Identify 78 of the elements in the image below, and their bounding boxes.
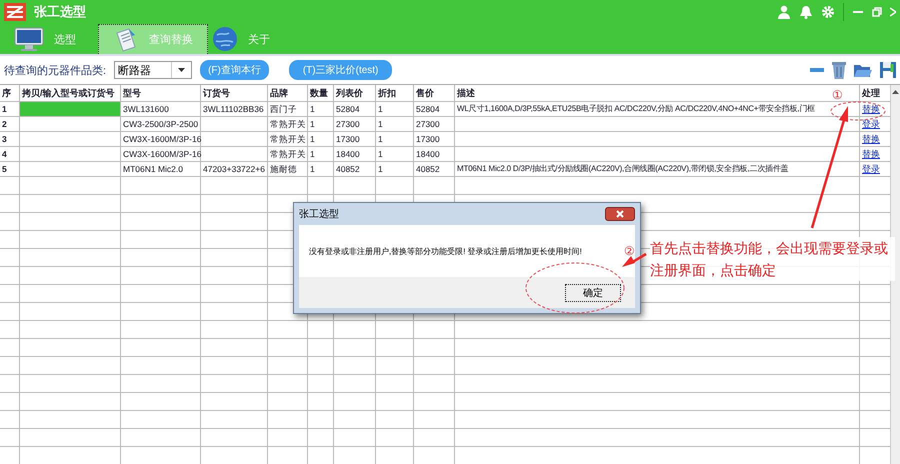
table-cell: 1 [308, 162, 334, 176]
column-header[interactable]: 数量 [308, 85, 334, 101]
table-cell: 47203+33722+6 [201, 162, 268, 176]
close-button[interactable] [605, 207, 635, 221]
table-cell: 常熟开关 [268, 117, 308, 131]
column-header[interactable]: 折扣 [376, 85, 414, 101]
column-header[interactable]: 处理 [860, 85, 890, 101]
highlight-ellipse [830, 101, 886, 121]
scrollbar[interactable] [890, 85, 900, 464]
monitor-icon [14, 27, 44, 51]
table-cell: 1 [376, 117, 414, 131]
table-cell: 1 [308, 132, 334, 146]
table-cell: 施耐德 [268, 162, 308, 176]
dialog-message: 没有登录或非注册用户,替换等部分功能受限! 登录或注册后增加更长使用时间! [309, 246, 582, 256]
table-cell: 27300 [414, 117, 455, 131]
scroll-up-icon[interactable] [892, 90, 899, 94]
table-cell: CW3X-1600M/3P-16 [121, 147, 201, 161]
table-cell: 17300 [334, 132, 376, 146]
table-cell: 52804 [334, 102, 376, 116]
input-cell[interactable] [20, 102, 121, 116]
dialog-title: 张工选型 [299, 208, 339, 221]
category-dropdown[interactable]: 断路器 [114, 61, 192, 79]
table-cell: 1 [376, 132, 414, 146]
table-cell: 52804 [414, 102, 455, 116]
action-link[interactable]: 替换 [862, 104, 880, 114]
trash-icon[interactable] [832, 61, 846, 79]
table-cell: 1 [376, 162, 414, 176]
action-link[interactable]: 替换 [862, 149, 880, 159]
save-icon[interactable] [880, 61, 896, 79]
column-header[interactable]: 订货号 [201, 85, 268, 101]
annotation-note: 首先点击替换功能，会出现需要登录或注册界面，点击确定 [650, 237, 895, 281]
table-cell: 40852 [414, 162, 455, 176]
bell-icon[interactable] [799, 5, 813, 19]
column-header[interactable]: 型号 [121, 85, 201, 101]
table-cell: 1 [308, 102, 334, 116]
table-cell: CW3X-1600M/3P-16 [121, 132, 201, 146]
table-cell: 西门子 [268, 102, 308, 116]
column-header[interactable]: 列表价 [334, 85, 376, 101]
category-label: 待查询的元器件品类: [4, 64, 106, 78]
table-cell: 18400 [414, 147, 455, 161]
table-cell: 3WL11102BB36 [201, 102, 268, 116]
table-cell: 1 [308, 117, 334, 131]
table-cell: 3WL131600 [121, 102, 201, 116]
step-number: ② [624, 244, 635, 258]
table-cell: 2 [0, 117, 20, 131]
action-link[interactable]: 登录 [862, 164, 880, 174]
step-number: ① [832, 88, 843, 102]
user-icon[interactable] [777, 5, 791, 19]
table-cell: 3 [0, 132, 20, 146]
caret-icon [178, 68, 186, 72]
logo-icon [4, 3, 26, 21]
table-cell: MT06N1 Mic2.0 [121, 162, 201, 176]
minus-icon[interactable] [810, 67, 824, 73]
action-link[interactable]: 替换 [862, 134, 880, 144]
table-cell: 1 [308, 147, 334, 161]
table-cell: 常熟开关 [268, 147, 308, 161]
table-cell: MT06N1 Mic2.0 D/3P/抽出式/分励线圈(AC220V),合闸线圈(AC220V),带闭锁,安全挡板,二次插件盖 [455, 162, 860, 176]
table-cell: 27300 [334, 117, 376, 131]
ok-button[interactable]: 确定 [565, 284, 621, 302]
table-cell: 40852 [334, 162, 376, 176]
column-header[interactable]: 序 [0, 85, 20, 101]
restore-icon[interactable] [872, 7, 882, 17]
table-cell: 1 [376, 102, 414, 116]
column-header[interactable]: 拷贝/输入型号或订货号 [20, 85, 121, 101]
window-title: 张工选型 [34, 3, 86, 21]
table-cell: 常熟开关 [268, 132, 308, 146]
table-cell: 17300 [414, 132, 455, 146]
table-cell: 4 [0, 147, 20, 161]
table-cell: CW3-2500/3P-2500 [121, 117, 201, 131]
table-cell: 1 [376, 147, 414, 161]
action-link[interactable]: 登录 [862, 119, 880, 129]
table-cell: 18400 [334, 147, 376, 161]
globe-icon [212, 26, 238, 52]
column-header[interactable]: 售价 [414, 85, 455, 101]
column-header[interactable]: 品牌 [268, 85, 308, 101]
settings-icon[interactable] [821, 5, 835, 19]
table-cell: 5 [0, 162, 20, 176]
folder-icon[interactable] [854, 62, 872, 78]
